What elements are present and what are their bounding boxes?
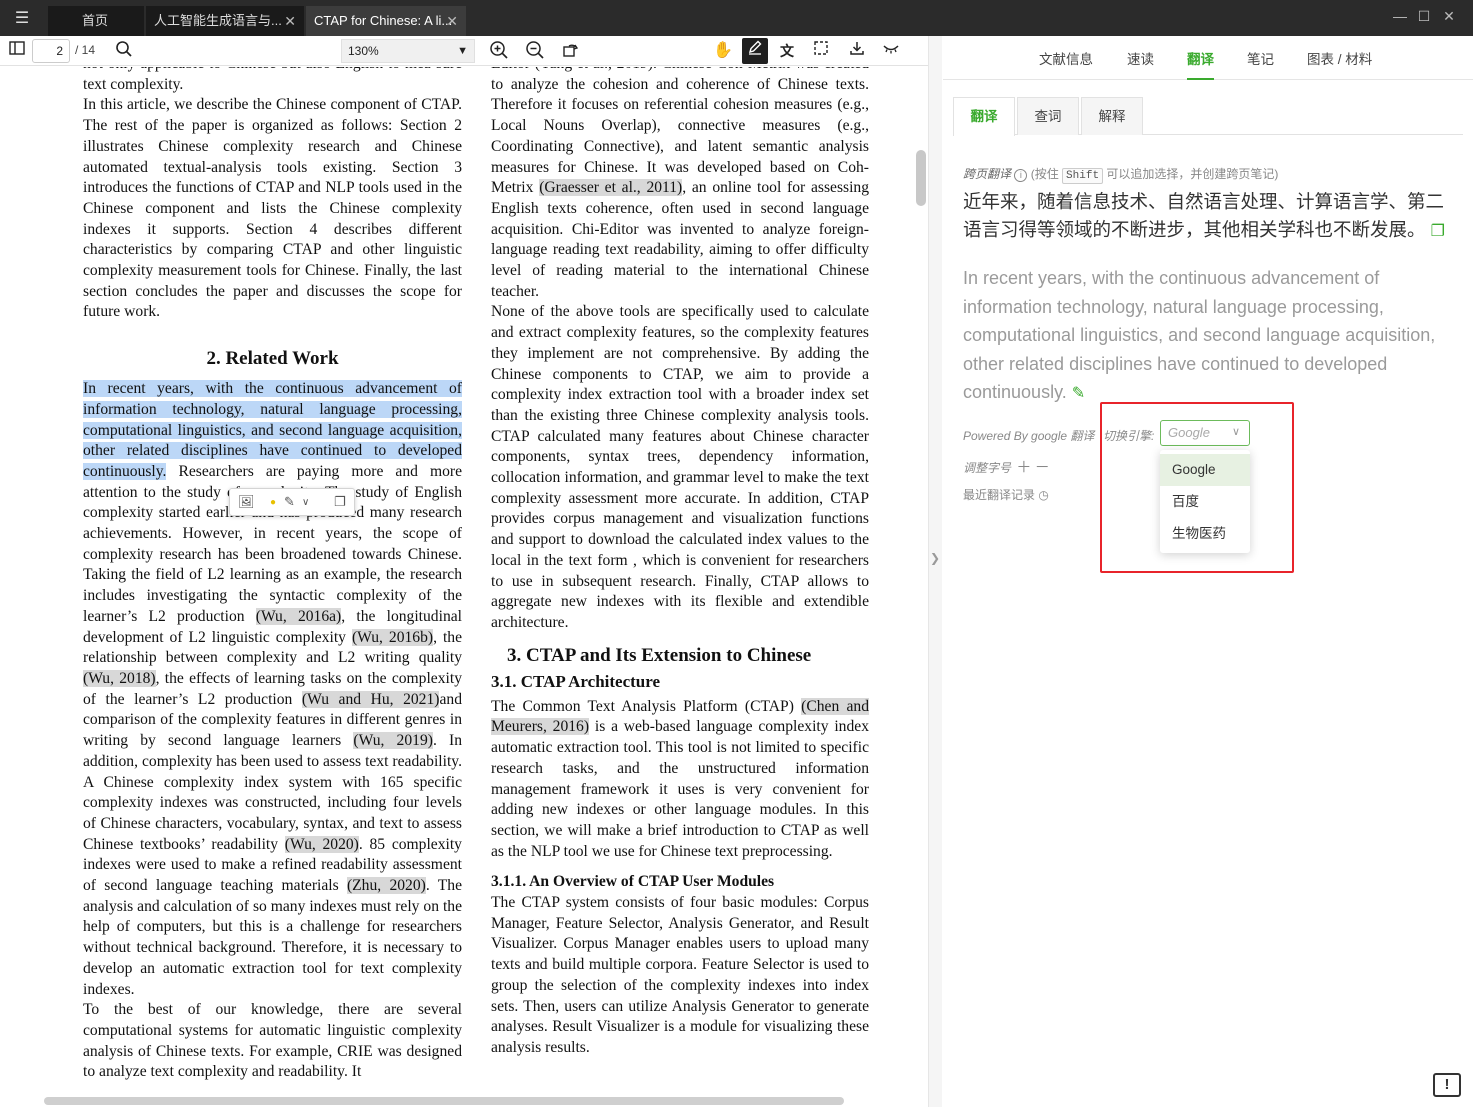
citation-link[interactable]: (Wu and Hu, 2021) (301, 690, 440, 708)
search-icon[interactable] (113, 40, 135, 62)
copy-icon[interactable]: ❐ (334, 494, 346, 510)
tab-document-1[interactable]: 人工智能生成语言与... ✕ (146, 6, 304, 36)
sidebar-toggle-icon[interactable] (6, 40, 28, 62)
zoom-select[interactable]: 130% ▼ (341, 39, 475, 63)
tab-charts-materials[interactable]: 图表 / 材料 (1307, 48, 1372, 68)
zoom-out-icon[interactable] (524, 40, 546, 62)
horizontal-scrollbar[interactable] (44, 1097, 844, 1105)
tab-literature-info[interactable]: 文献信息 (1039, 48, 1093, 68)
sub-tab-explain[interactable]: 解释 (1081, 97, 1143, 135)
zoom-value: 130% (348, 44, 379, 58)
citation-link[interactable]: (Zhu, 2020) (346, 877, 426, 895)
image-icon[interactable]: 🖼 (238, 494, 255, 510)
chevron-down-icon: ▼ (457, 45, 468, 57)
minimize-icon[interactable]: — (1390, 8, 1410, 24)
plus-icon[interactable]: ＋ (1016, 459, 1031, 476)
citation-link[interactable]: (Wu, 2020) (284, 835, 359, 853)
citation-link[interactable]: (Wu, 2016b) (351, 628, 434, 646)
tab-label: 人工智能生成语言与... (154, 13, 282, 28)
font-size-label: 调整字号 (963, 461, 1012, 475)
tab-speed-read[interactable]: 速读 (1127, 48, 1154, 68)
info-icon[interactable]: i (1014, 169, 1028, 182)
subsection-heading: 3.1. CTAP Architecture (491, 671, 661, 691)
paragraph: In recent years, with the continuous adv… (83, 380, 463, 998)
tab-home[interactable]: 首页 (48, 6, 144, 36)
pen-icon[interactable]: ✎ (284, 494, 295, 510)
page-total: / 14 (75, 43, 96, 57)
recent-translations-row[interactable]: 最近翻译记录 ◷ (963, 486, 1049, 503)
tab-label: CTAP for Chinese: A li... (314, 13, 453, 28)
selection-popup: 🖼 ● ✎ ∨ ❐ (229, 488, 355, 516)
chevron-right-icon[interactable]: ❯ (929, 544, 941, 572)
translate-sub-tabs: 翻译 查词 解释 (953, 97, 1463, 136)
chevron-down-icon[interactable]: ∨ (302, 497, 309, 508)
cross-page-translate-hint: 跨页翻译 i (按住 Shift 可以追加选择，并创建跨页笔记) (963, 167, 1279, 184)
page-number-input[interactable] (32, 39, 70, 63)
tab-label: 首页 (82, 13, 109, 28)
recent-label: 最近翻译记录 (963, 488, 1036, 502)
citation-link[interactable]: (Graesser et al., 2011) (539, 179, 683, 197)
powered-by-label: Powered By google 翻译 (963, 429, 1095, 443)
paragraph: None of the above tools are specifically… (491, 303, 869, 631)
close-icon[interactable]: ✕ (446, 6, 458, 36)
tab-notes[interactable]: 笔记 (1247, 48, 1274, 68)
rotate-icon[interactable] (560, 40, 582, 62)
maximize-icon[interactable]: ☐ (1414, 8, 1434, 25)
pdf-column-left: not only applicable to Chinese but also … (83, 67, 462, 1083)
pdf-column-right: Editor (Yang et al., 2019). Chinese Coh-… (491, 67, 869, 1059)
minus-icon[interactable]: － (1035, 459, 1050, 476)
paragraph: The Common Text Analysis Platform (CTAP)… (491, 697, 869, 860)
title-bar: ☰ 首页 人工智能生成语言与... ✕ CTAP for Chinese: A … (0, 0, 1473, 36)
paragraph: not only applicable to Chinese but also … (83, 67, 462, 93)
translate-icon[interactable]: 文A (776, 40, 798, 81)
section-heading: 2. Related Work (206, 348, 339, 370)
zoom-in-icon[interactable] (488, 40, 510, 62)
edit-icon[interactable]: ✎ (1072, 385, 1085, 402)
close-icon[interactable]: ✕ (284, 6, 296, 36)
copy-icon[interactable]: ❐ (1431, 223, 1445, 240)
annotation-highlight-box (1100, 402, 1294, 573)
vertical-scrollbar[interactable] (916, 150, 926, 206)
tab-document-2[interactable]: CTAP for Chinese: A li... ✕ (306, 6, 466, 36)
close-window-icon[interactable]: ✕ (1439, 8, 1459, 25)
feedback-icon[interactable]: ! (1433, 1073, 1461, 1097)
menu-icon[interactable]: ☰ (10, 9, 34, 29)
paragraph: The CTAP system consists of four basic m… (491, 894, 869, 1056)
annotate-pen-icon[interactable] (742, 38, 768, 64)
panel-nav: 文献信息 速读 翻译 笔记 图表 / 材料 (943, 36, 1473, 80)
citation-link[interactable]: (Wu, 2018) (83, 669, 156, 687)
cross-page-title: 跨页翻译 (963, 167, 1012, 181)
pdf-viewer[interactable]: not only applicable to Chinese but also … (0, 67, 928, 1107)
sub-tab-translate[interactable]: 翻译 (953, 97, 1015, 136)
paragraph: To the best of our knowledge, there are … (83, 1001, 462, 1081)
font-size-row: 调整字号 ＋ － (963, 456, 1050, 477)
history-icon[interactable]: ◷ (1038, 488, 1048, 502)
download-icon[interactable] (846, 40, 868, 62)
eye-mode-icon[interactable] (880, 40, 902, 62)
screenshot-select-icon[interactable] (810, 40, 832, 62)
paragraph: Editor (Yang et al., 2019). Chinese Coh-… (491, 67, 870, 300)
color-dot-icon[interactable]: ● (270, 497, 276, 508)
paragraph: In this article, we describe the Chinese… (83, 96, 462, 321)
shift-key-badge: Shift (1062, 168, 1104, 184)
source-text: In recent years, with the continuous adv… (963, 268, 1436, 402)
section-heading: 3. CTAP and Its Extension to Chinese (507, 644, 812, 666)
subsubsection-heading: 3.1.1. An Overview of CTAP User Modules (491, 873, 775, 891)
citation-link[interactable]: (Wu, 2019) (353, 732, 433, 750)
pdf-toolbar: / 14 130% ▼ ✋ 文A (0, 36, 928, 81)
translation-output: 近年来，随着信息技术、自然语言处理、计算语言学、第二语言习得等领域的不断进步，其… (963, 191, 1445, 240)
sub-tab-lookup[interactable]: 查词 (1017, 97, 1079, 135)
hand-tool-icon[interactable]: ✋ (712, 40, 734, 62)
citation-link[interactable]: (Wu, 2016a) (255, 607, 342, 625)
tab-translate[interactable]: 翻译 (1187, 48, 1214, 80)
